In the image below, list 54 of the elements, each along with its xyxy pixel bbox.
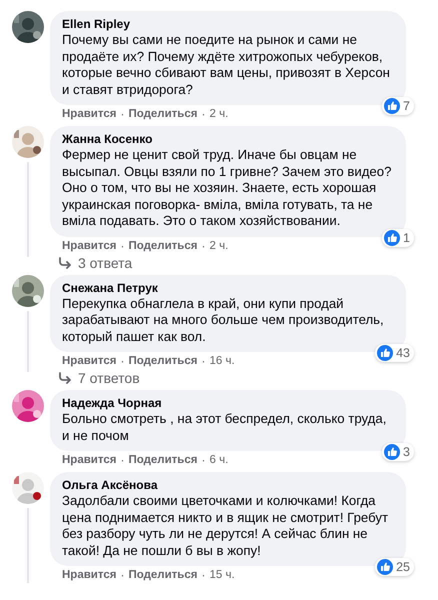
- separator-dot: ·: [201, 238, 206, 254]
- action-link[interactable]: Поделиться: [128, 568, 198, 583]
- timestamp: 2 ч.: [209, 238, 228, 254]
- reaction-count: 7: [403, 99, 410, 113]
- like-icon: [384, 98, 400, 114]
- reaction-badge[interactable]: 1: [382, 228, 414, 246]
- separator-dot: ·: [201, 568, 206, 583]
- author-name[interactable]: Надежда Чорная: [62, 395, 394, 411]
- action-link[interactable]: Поделиться: [128, 107, 198, 122]
- like-icon: [377, 345, 394, 361]
- like-icon: [377, 559, 394, 575]
- separator-dot: ·: [120, 107, 124, 122]
- action-link[interactable]: Нравится: [62, 453, 116, 468]
- author-name[interactable]: Ольга Аксёнова: [62, 477, 394, 493]
- timestamp: 6 ч.: [209, 453, 228, 468]
- separator-dot: ·: [201, 453, 206, 468]
- reaction-count: 43: [396, 346, 410, 360]
- comment-text: Перекупка обнаглела в край, они купи продай зарабатывают на много больше чем производитель, который пашет как вол.: [62, 296, 385, 345]
- reply-arrow-icon: [58, 372, 72, 384]
- comment-text: Задолбали своими цветочками и колючками! Когда цена поднимается никто и в ящик не смотрит! Гребут без разбору чуть ли не дерутся! А сейчас блин не такой! Да не пошли б вы в жопу!: [62, 493, 389, 559]
- action-link[interactable]: Нравится: [62, 354, 116, 369]
- replies-link[interactable]: 7 ответов: [50, 369, 140, 386]
- separator-dot: ·: [120, 568, 124, 583]
- like-icon: [384, 230, 400, 246]
- reaction-count: 1: [403, 230, 410, 244]
- comment-text: Почему вы сами не поедите на рынок и сами не продаёте их? Почему ждёте хитрожопых чебуреков, которые вечно сбивают вам цены, привозят в Херсон и ставят втридорога?: [62, 32, 391, 98]
- reaction-badge[interactable]: 25: [375, 558, 414, 576]
- reaction-badge[interactable]: 43: [375, 344, 414, 362]
- separator-dot: ·: [120, 453, 124, 468]
- separator-dot: ·: [120, 238, 124, 254]
- reaction-count: 3: [403, 445, 410, 459]
- action-link[interactable]: Нравится: [62, 568, 116, 583]
- reply-arrow-icon: [58, 256, 72, 268]
- separator-dot: ·: [201, 107, 206, 122]
- action-link[interactable]: Нравится: [62, 107, 116, 122]
- replies-link[interactable]: 3 ответа: [50, 254, 132, 270]
- author-name[interactable]: Ellen Ripley: [62, 16, 394, 32]
- action-link[interactable]: Поделиться: [128, 354, 198, 369]
- action-link[interactable]: Поделиться: [128, 238, 198, 254]
- reaction-count: 25: [396, 560, 410, 574]
- separator-dot: ·: [120, 354, 124, 369]
- comment-text: Больно смотреть , на этот беспредел, сколько труда, и не почом: [62, 411, 388, 444]
- author-name[interactable]: Жанна Косенко: [62, 131, 394, 147]
- action-link[interactable]: Нравится: [62, 238, 116, 254]
- timestamp: 16 ч.: [209, 354, 235, 369]
- timestamp: 15 ч.: [209, 568, 235, 583]
- like-icon: [384, 444, 400, 460]
- comment-text: Фермер не ценит свой труд. Иначе бы овцам не высыпал. Овцы взяли по 1 гривне? Зачем это видео? Оно о том, что вы не хозяин. Знаете, есть хорошая украинская поговорка- вміла, вміла готувать, та не вміла подавать. Это о таком хозяйствовании.: [62, 147, 392, 230]
- timestamp: 2 ч.: [209, 107, 228, 122]
- reaction-badge[interactable]: 7: [382, 97, 414, 115]
- reaction-badge[interactable]: 3: [382, 443, 414, 461]
- author-name[interactable]: Снежана Петрук: [62, 280, 394, 296]
- action-link[interactable]: Поделиться: [128, 453, 198, 468]
- separator-dot: ·: [201, 354, 206, 369]
